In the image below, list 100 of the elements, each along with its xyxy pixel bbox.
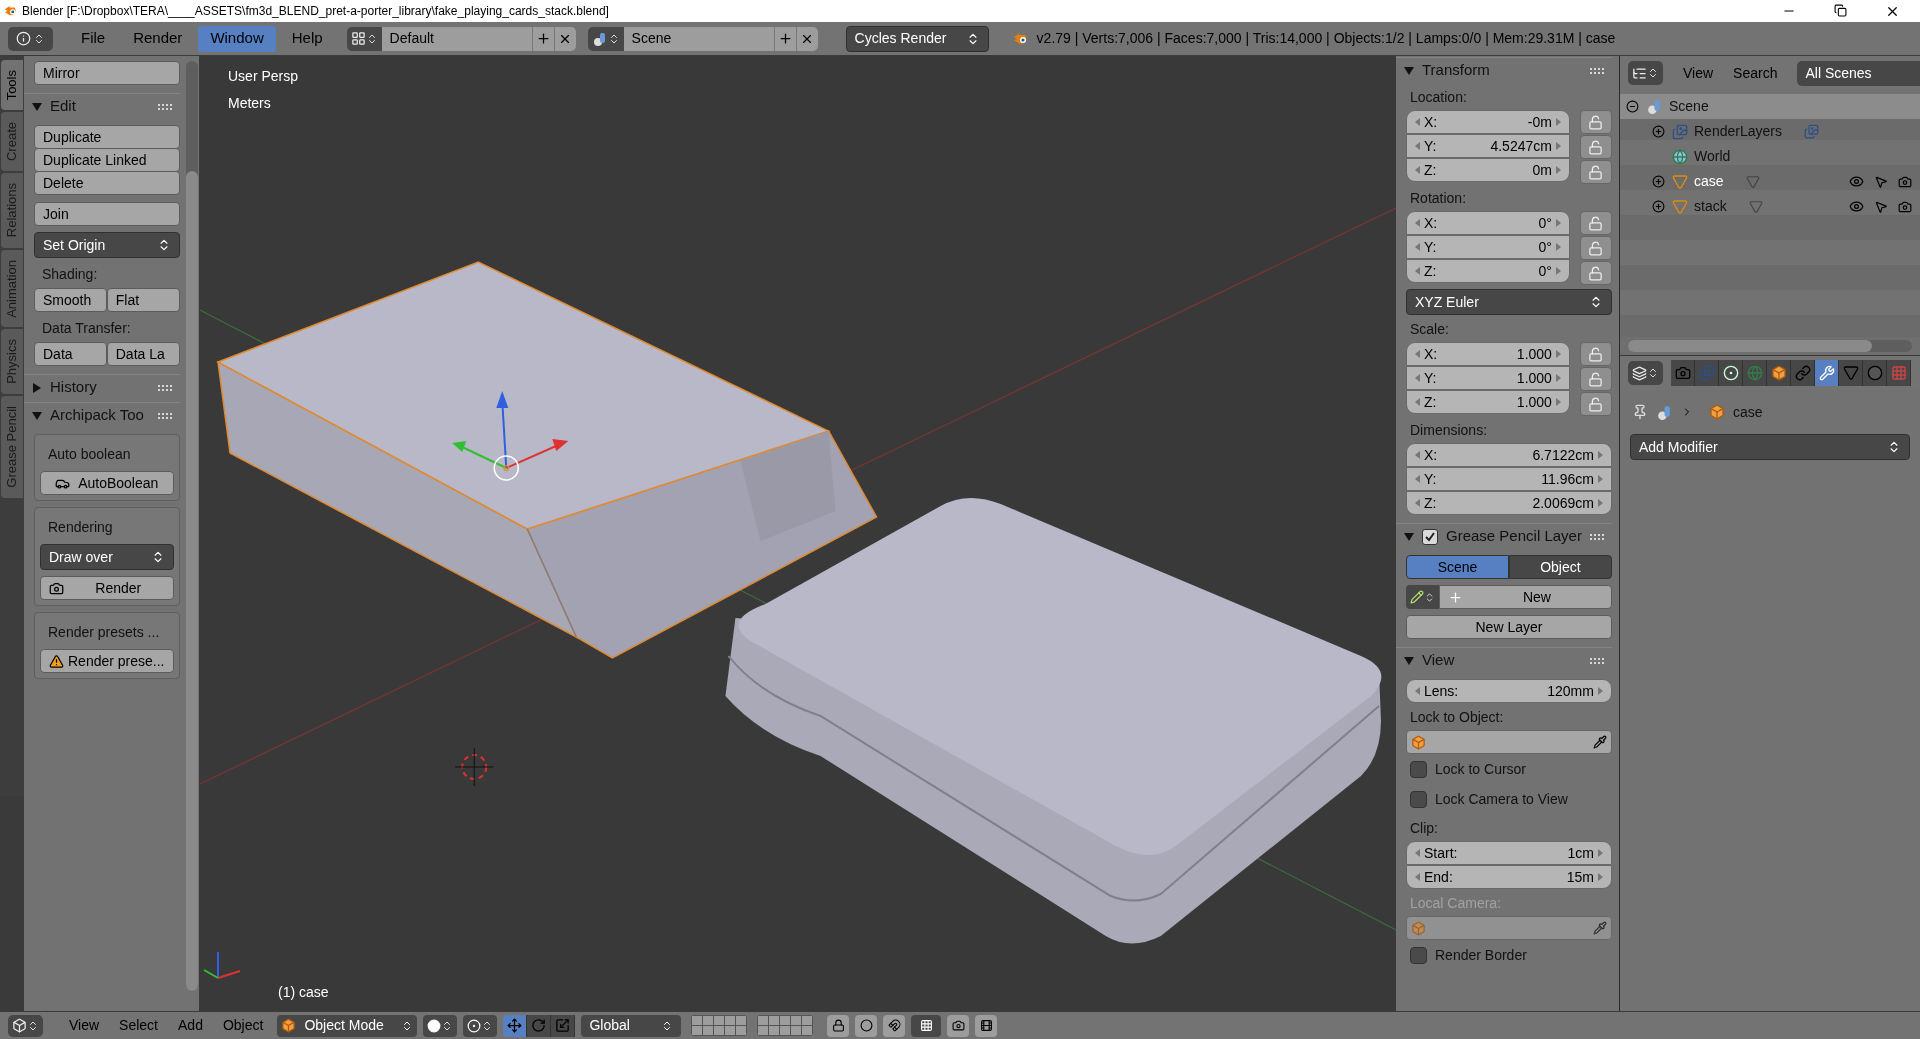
object-field[interactable] bbox=[1406, 730, 1612, 754]
menu-item[interactable]: Object bbox=[214, 1015, 272, 1036]
lock-toggle[interactable] bbox=[1579, 211, 1612, 235]
right-arrow-icon[interactable] bbox=[1555, 350, 1561, 358]
eyedropper-icon[interactable] bbox=[1592, 921, 1607, 935]
collapse-triangle-icon[interactable] bbox=[32, 101, 42, 112]
scene-browse-button[interactable] bbox=[587, 26, 624, 51]
eyedropper-icon[interactable] bbox=[1592, 735, 1607, 749]
expand-icon[interactable] bbox=[1652, 200, 1665, 213]
right-arrow-icon[interactable] bbox=[1555, 142, 1561, 150]
set-origin-dropdown[interactable]: Set Origin bbox=[34, 232, 180, 258]
outliner-row[interactable]: RenderLayers bbox=[1620, 119, 1920, 144]
menu-item[interactable]: View bbox=[1683, 62, 1714, 84]
number-field[interactable]: Z: 1.000 bbox=[1406, 390, 1570, 414]
camera-icon[interactable] bbox=[1898, 174, 1912, 189]
number-field[interactable]: Z: 0° bbox=[1406, 259, 1570, 283]
lock-toggle[interactable] bbox=[1579, 110, 1612, 134]
pivot-dropdown[interactable] bbox=[463, 1014, 498, 1037]
manipulator-toggle[interactable] bbox=[503, 1014, 528, 1037]
collapse-icon[interactable] bbox=[1626, 100, 1639, 113]
collapse-triangle-icon[interactable] bbox=[32, 410, 42, 421]
snap-button[interactable] bbox=[883, 1014, 906, 1037]
menu-item[interactable]: Add bbox=[170, 1015, 211, 1036]
shading-button[interactable]: Smooth bbox=[34, 288, 107, 312]
visibility-icon[interactable] bbox=[1849, 174, 1864, 189]
checkbox[interactable] bbox=[1410, 760, 1427, 778]
drag-grip-icon[interactable] bbox=[157, 411, 172, 420]
shading-button[interactable]: Flat bbox=[106, 288, 180, 312]
right-arrow-icon[interactable] bbox=[1597, 873, 1603, 881]
right-arrow-icon[interactable] bbox=[1555, 118, 1561, 126]
left-arrow-icon[interactable] bbox=[1415, 849, 1420, 857]
visibility-icon[interactable] bbox=[1849, 199, 1864, 214]
delete-layout-button[interactable] bbox=[553, 26, 576, 51]
outliner-row[interactable]: stack bbox=[1620, 194, 1920, 219]
outliner-row[interactable]: Scene bbox=[1620, 94, 1920, 119]
render-presets-button[interactable]: Render prese... bbox=[40, 649, 174, 673]
menu-item[interactable]: View bbox=[61, 1015, 108, 1036]
drag-grip-icon[interactable] bbox=[157, 383, 172, 392]
left-arrow-icon[interactable] bbox=[1415, 873, 1420, 881]
right-arrow-icon[interactable] bbox=[1597, 687, 1603, 695]
operator-button[interactable]: Delete bbox=[34, 171, 180, 195]
menu-item[interactable]: Help bbox=[279, 25, 335, 52]
operator-button[interactable]: Duplicate Linked bbox=[34, 148, 180, 172]
right-arrow-icon[interactable] bbox=[1555, 219, 1561, 227]
tool-tab[interactable]: Tools bbox=[1, 60, 23, 111]
lock-toggle[interactable] bbox=[1579, 135, 1612, 159]
scene-field[interactable]: Scene bbox=[623, 26, 774, 51]
lock-button[interactable] bbox=[827, 1014, 850, 1037]
pencil-browse-button[interactable] bbox=[1406, 585, 1439, 609]
data-transfer-button[interactable]: Data La bbox=[106, 342, 180, 366]
number-field[interactable]: X: -0m bbox=[1406, 110, 1570, 134]
editor-type-button[interactable] bbox=[1628, 61, 1663, 85]
expand-icon[interactable] bbox=[1652, 175, 1665, 188]
screen-layout-button[interactable] bbox=[346, 26, 382, 51]
left-arrow-icon[interactable] bbox=[1415, 243, 1420, 251]
render-button[interactable]: Render bbox=[40, 576, 174, 600]
expand-icon[interactable] bbox=[1652, 125, 1665, 138]
right-arrow-icon[interactable] bbox=[1555, 243, 1561, 251]
menu-item[interactable]: File bbox=[69, 25, 118, 52]
display-mode-dropdown[interactable]: All Scenes bbox=[1797, 60, 1920, 86]
number-field[interactable]: Z: 0m bbox=[1406, 158, 1570, 182]
number-field[interactable]: Y: 1.000 bbox=[1406, 366, 1570, 390]
collapse-triangle-icon[interactable] bbox=[1404, 655, 1414, 666]
shading-dropdown[interactable] bbox=[423, 1014, 458, 1037]
add-modifier-dropdown[interactable]: Add Modifier bbox=[1630, 434, 1910, 460]
left-arrow-icon[interactable] bbox=[1415, 475, 1420, 483]
camera-field[interactable] bbox=[1406, 916, 1612, 940]
left-arrow-icon[interactable] bbox=[1415, 374, 1420, 382]
drag-grip-icon[interactable] bbox=[1589, 532, 1604, 541]
outliner-row[interactable]: case bbox=[1620, 169, 1920, 194]
mirror-button[interactable]: Mirror bbox=[34, 61, 180, 85]
manipulator-toggle[interactable] bbox=[527, 1014, 552, 1037]
checkbox[interactable] bbox=[1410, 946, 1427, 964]
editor-type-button[interactable] bbox=[8, 1014, 43, 1037]
right-arrow-icon[interactable] bbox=[1597, 451, 1603, 459]
lock-toggle[interactable] bbox=[1579, 367, 1612, 391]
snap-element-button[interactable] bbox=[911, 1014, 942, 1037]
number-field[interactable]: End: 15m bbox=[1406, 865, 1612, 889]
number-field[interactable]: X: 1.000 bbox=[1406, 342, 1570, 366]
pin-icon[interactable] bbox=[1632, 404, 1648, 420]
source-tab[interactable]: Object bbox=[1508, 555, 1612, 579]
editor-type-button[interactable] bbox=[8, 26, 53, 51]
right-arrow-icon[interactable] bbox=[1597, 849, 1603, 857]
left-arrow-icon[interactable] bbox=[1415, 166, 1420, 174]
left-arrow-icon[interactable] bbox=[1415, 350, 1420, 358]
lock-toggle[interactable] bbox=[1579, 342, 1612, 366]
menu-item[interactable]: Render bbox=[121, 25, 195, 52]
right-arrow-icon[interactable] bbox=[1555, 267, 1561, 275]
lock-toggle[interactable] bbox=[1579, 160, 1612, 184]
expand-triangle-icon[interactable] bbox=[32, 382, 42, 393]
drag-grip-icon[interactable] bbox=[1589, 66, 1604, 75]
left-arrow-icon[interactable] bbox=[1415, 499, 1420, 507]
scrollbar[interactable] bbox=[1628, 340, 1912, 352]
menu-item[interactable]: Select bbox=[111, 1015, 166, 1036]
render-image-button[interactable] bbox=[947, 1014, 970, 1037]
checkbox[interactable] bbox=[1410, 790, 1427, 808]
layer-grid[interactable] bbox=[757, 1015, 814, 1036]
number-field[interactable]: Y: 4.5247cm bbox=[1406, 134, 1570, 158]
drag-grip-icon[interactable] bbox=[1589, 656, 1604, 665]
number-field[interactable]: X: 0° bbox=[1406, 211, 1570, 235]
